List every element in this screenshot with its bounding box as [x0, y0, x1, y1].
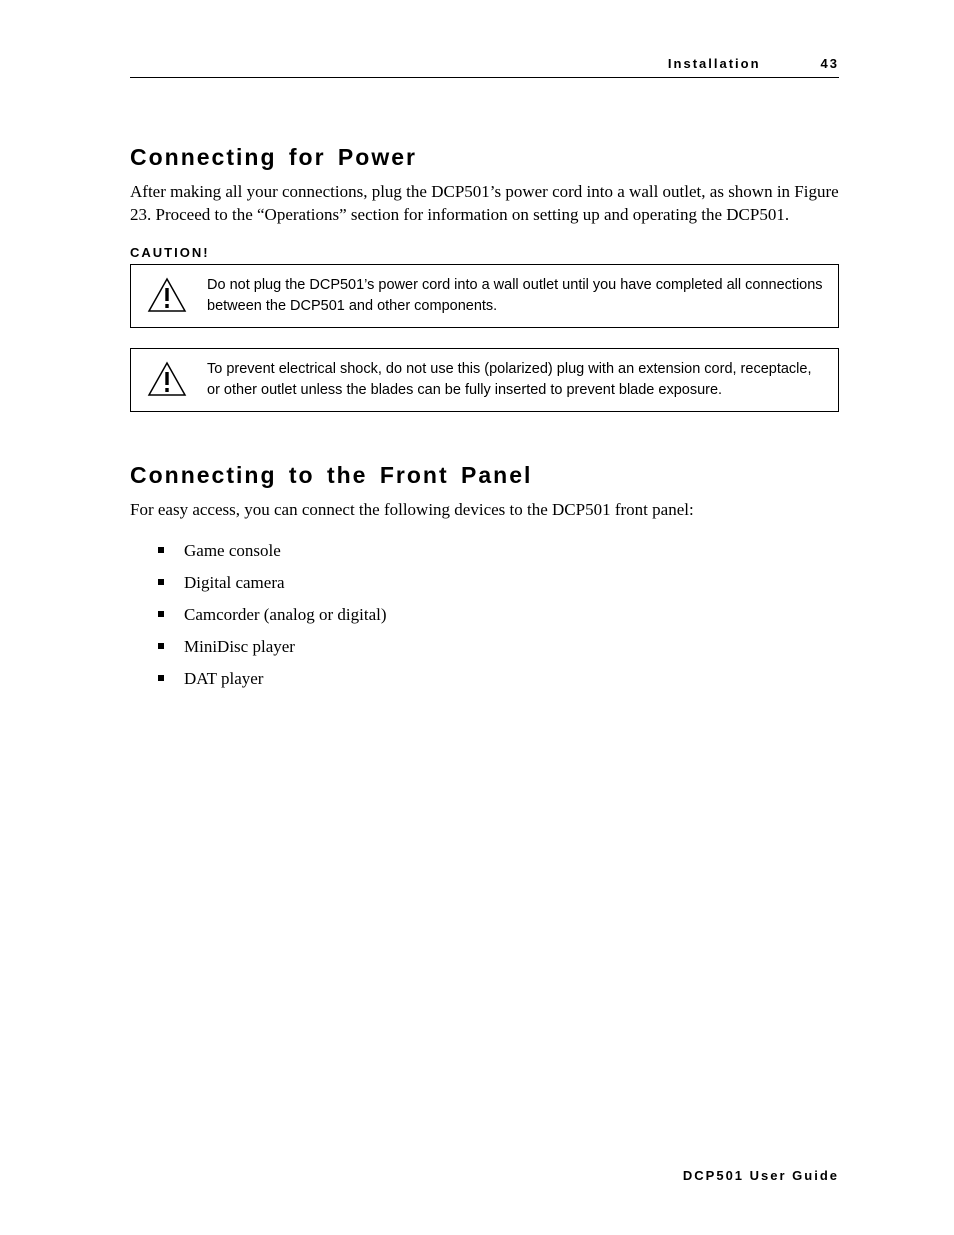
footer-guide-label: DCP501 User Guide	[683, 1168, 839, 1183]
list-item: Digital camera	[158, 572, 839, 594]
content-area: Connecting for Power After making all yo…	[130, 78, 839, 690]
list-item: Game console	[158, 540, 839, 562]
paragraph-front-panel-intro: For easy access, you can connect the fol…	[130, 499, 839, 522]
page: Installation 43 Connecting for Power Aft…	[0, 0, 954, 1235]
caution-box-2: To prevent electrical shock, do not use …	[130, 348, 839, 412]
header-page-number: 43	[821, 56, 839, 71]
caution-text-1: Do not plug the DCP501’s power cord into…	[191, 275, 826, 317]
heading-front-panel: Connecting to the Front Panel	[130, 462, 839, 489]
page-header: Installation 43	[130, 56, 839, 77]
list-item: DAT player	[158, 668, 839, 690]
warning-icon	[143, 275, 191, 313]
warning-icon	[143, 359, 191, 397]
heading-connecting-power: Connecting for Power	[130, 144, 839, 171]
list-item: MiniDisc player	[158, 636, 839, 658]
device-list: Game console Digital camera Camcorder (a…	[130, 540, 839, 690]
caution-box-1: Do not plug the DCP501’s power cord into…	[130, 264, 839, 328]
caution-text-2: To prevent electrical shock, do not use …	[191, 359, 826, 401]
list-item: Camcorder (analog or digital)	[158, 604, 839, 626]
caution-label: CAUTION!	[130, 245, 839, 260]
header-section-label: Installation	[668, 56, 761, 71]
paragraph-power-intro: After making all your connections, plug …	[130, 181, 839, 227]
